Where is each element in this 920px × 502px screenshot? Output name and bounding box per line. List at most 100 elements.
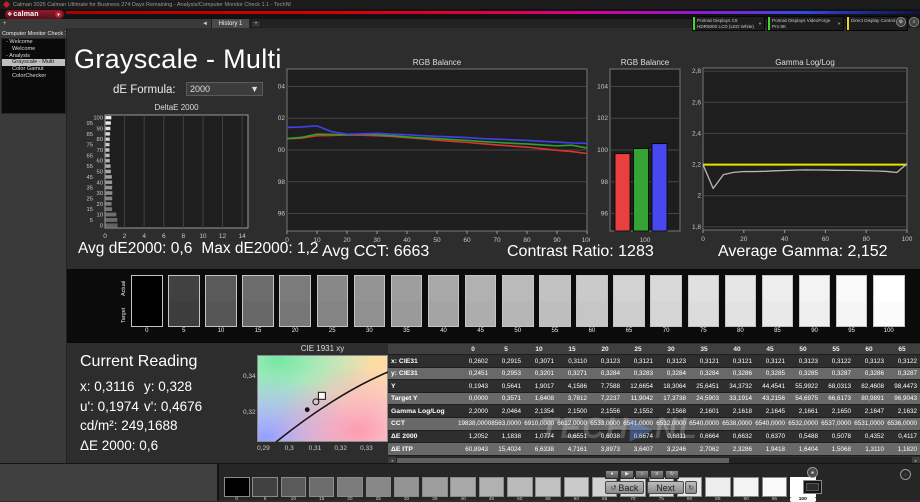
table-cell: 3,7812 — [557, 393, 590, 405]
table-cell: 0,3287 — [887, 368, 920, 380]
pattern-swatch-20[interactable] — [337, 477, 363, 497]
de-formula-select[interactable]: 2000 ▼ — [186, 82, 263, 96]
svg-text:60: 60 — [97, 159, 103, 165]
table-column-header: 10 — [524, 344, 557, 354]
rgb-bar-green — [634, 149, 649, 231]
pattern-swatch-55[interactable] — [535, 477, 561, 497]
svg-text:2,6: 2,6 — [692, 99, 701, 106]
delta-e-bar — [106, 213, 117, 216]
pattern-swatch-10[interactable] — [281, 477, 307, 497]
tab-history-1[interactable]: History 1 — [212, 19, 249, 28]
play-button[interactable]: ▶ — [620, 470, 634, 479]
app-menu-caret-icon[interactable]: ▼ — [55, 11, 62, 18]
next-button[interactable]: Next — [647, 481, 684, 494]
table-column-header: 0 — [458, 344, 491, 354]
grayscale-swatch-70 — [650, 275, 682, 327]
pause-button[interactable]: ≡ — [650, 470, 664, 479]
caret-down-icon: ▼ — [250, 84, 259, 94]
back-button[interactable]: ↺ Back — [605, 481, 644, 494]
info-button[interactable]: i — [909, 17, 919, 27]
record-button[interactable]: ● — [605, 470, 619, 479]
table-row-2: Y0,19430,56411,90174,15867,758812,665418… — [388, 380, 920, 393]
pattern-swatch-30[interactable] — [394, 477, 420, 497]
swatch-actual — [540, 276, 570, 301]
table-cell: 0,3271 — [557, 368, 590, 380]
meter-button[interactable]: ● — [807, 467, 818, 478]
pattern-swatch-0[interactable] — [224, 477, 250, 497]
svg-text:RGB Balance: RGB Balance — [413, 58, 462, 67]
loop-button[interactable]: ↻ — [665, 470, 679, 479]
power-toggle-button[interactable] — [900, 469, 911, 480]
pattern-window-button[interactable] — [803, 480, 822, 494]
swatch-level-label: 100 — [873, 328, 905, 334]
tree-item-analysis[interactable]: - Analysis — [2, 53, 65, 60]
tree-item-welcome[interactable]: Welcome — [2, 46, 65, 53]
table-cell: 0,1943 — [458, 380, 491, 392]
pattern-swatch-15[interactable] — [309, 477, 335, 497]
svg-text:14: 14 — [239, 233, 247, 240]
pattern-swatch-50[interactable] — [507, 477, 533, 497]
pattern-swatch-45[interactable] — [479, 477, 505, 497]
swatch-actual — [651, 276, 681, 301]
table-cell: 0,3286 — [854, 368, 887, 380]
rgb-balance-line-chart: RGB Balance96981001021040102030405060708… — [278, 56, 590, 248]
next-arrow-button[interactable]: ↻ — [685, 481, 697, 494]
table-cell: 2,3286 — [722, 443, 755, 455]
add-page-button[interactable]: + — [3, 21, 7, 27]
pattern-swatch-60[interactable] — [564, 477, 590, 497]
pattern-swatch-25[interactable] — [366, 477, 392, 497]
current-reading-panel: Current Reading x: 0,3116y: 0,328 u': 0,… — [80, 353, 255, 455]
svg-text:45: 45 — [87, 175, 93, 181]
pattern-swatch-95[interactable] — [762, 477, 788, 497]
avg-de-summary: Avg dE2000: 0,6 — [78, 240, 192, 258]
swatch-target — [874, 301, 904, 326]
meter-button[interactable]: ∩ — [635, 470, 649, 479]
pattern-swatch-90[interactable] — [733, 477, 759, 497]
table-cell: 1,9017 — [524, 380, 557, 392]
table-cell: 6532,0000 — [788, 418, 821, 430]
tree-item-welcome[interactable]: - Welcome — [2, 39, 65, 46]
table-column-header: 25 — [623, 344, 656, 354]
swatch-actual — [726, 276, 756, 301]
swatch-target — [800, 301, 830, 326]
pattern-swatch-5[interactable] — [252, 477, 278, 497]
swatch-level-label: 30 — [354, 328, 386, 334]
table-column-header: 20 — [590, 344, 623, 354]
table-cell: 0,3121 — [722, 355, 755, 367]
svg-text:50: 50 — [433, 237, 441, 244]
pattern-window-preview — [806, 483, 819, 491]
grayscale-swatch-80 — [725, 275, 757, 327]
add-tab-button[interactable]: + — [251, 20, 261, 28]
swatch-target — [355, 301, 385, 326]
pattern-swatch-85[interactable] — [705, 477, 731, 497]
record-icon: ● — [610, 471, 613, 477]
device-chip-0[interactable]: Portrait Displays C6 HDR5000 LCD (LED Wh… — [692, 16, 765, 31]
pattern-swatch-40[interactable] — [450, 477, 476, 497]
svg-text:2: 2 — [123, 233, 127, 240]
table-column-header: 50 — [788, 344, 821, 354]
grayscale-swatch-45 — [465, 275, 497, 327]
pattern-swatch-35[interactable] — [422, 477, 448, 497]
tree-item-grayscale-multi[interactable]: Grayscale - Multi — [2, 59, 65, 66]
settings-button[interactable]: ⚙ — [896, 17, 906, 27]
table-column-header: 65 — [887, 344, 920, 354]
tree-item-color-gamut[interactable]: Color Gamut — [2, 66, 65, 73]
gamma-chart: Gamma Log/Log1,822,22,42,62,802040608010… — [688, 56, 920, 248]
table-cell: 66,6173 — [821, 393, 854, 405]
cie-target-marker — [318, 392, 325, 399]
device-chip-1[interactable]: Portrait Displays VideoForge Pro 8K▼ — [767, 16, 844, 31]
delta-e-bar — [106, 116, 112, 119]
swatch-level-label: 55 — [539, 328, 571, 334]
grayscale-swatch-30 — [354, 275, 386, 327]
tree-item-colorchecker[interactable]: ColorChecker — [2, 73, 65, 80]
svg-text:60: 60 — [463, 237, 471, 244]
table-row-label: ΔE 2000 — [388, 431, 458, 443]
swatch-target — [689, 301, 719, 326]
svg-text:0: 0 — [103, 233, 107, 240]
table-cell: 0,0000 — [458, 393, 491, 405]
table-cell: 0,3121 — [623, 355, 656, 367]
device-label: Direct Display Control — [849, 17, 899, 30]
table-row-0: x: CIE310,26020,29150,30710,31100,31230,… — [388, 355, 920, 368]
collapse-panel-button[interactable]: ◄ — [202, 21, 208, 27]
table-cell: 0,3201 — [524, 368, 557, 380]
